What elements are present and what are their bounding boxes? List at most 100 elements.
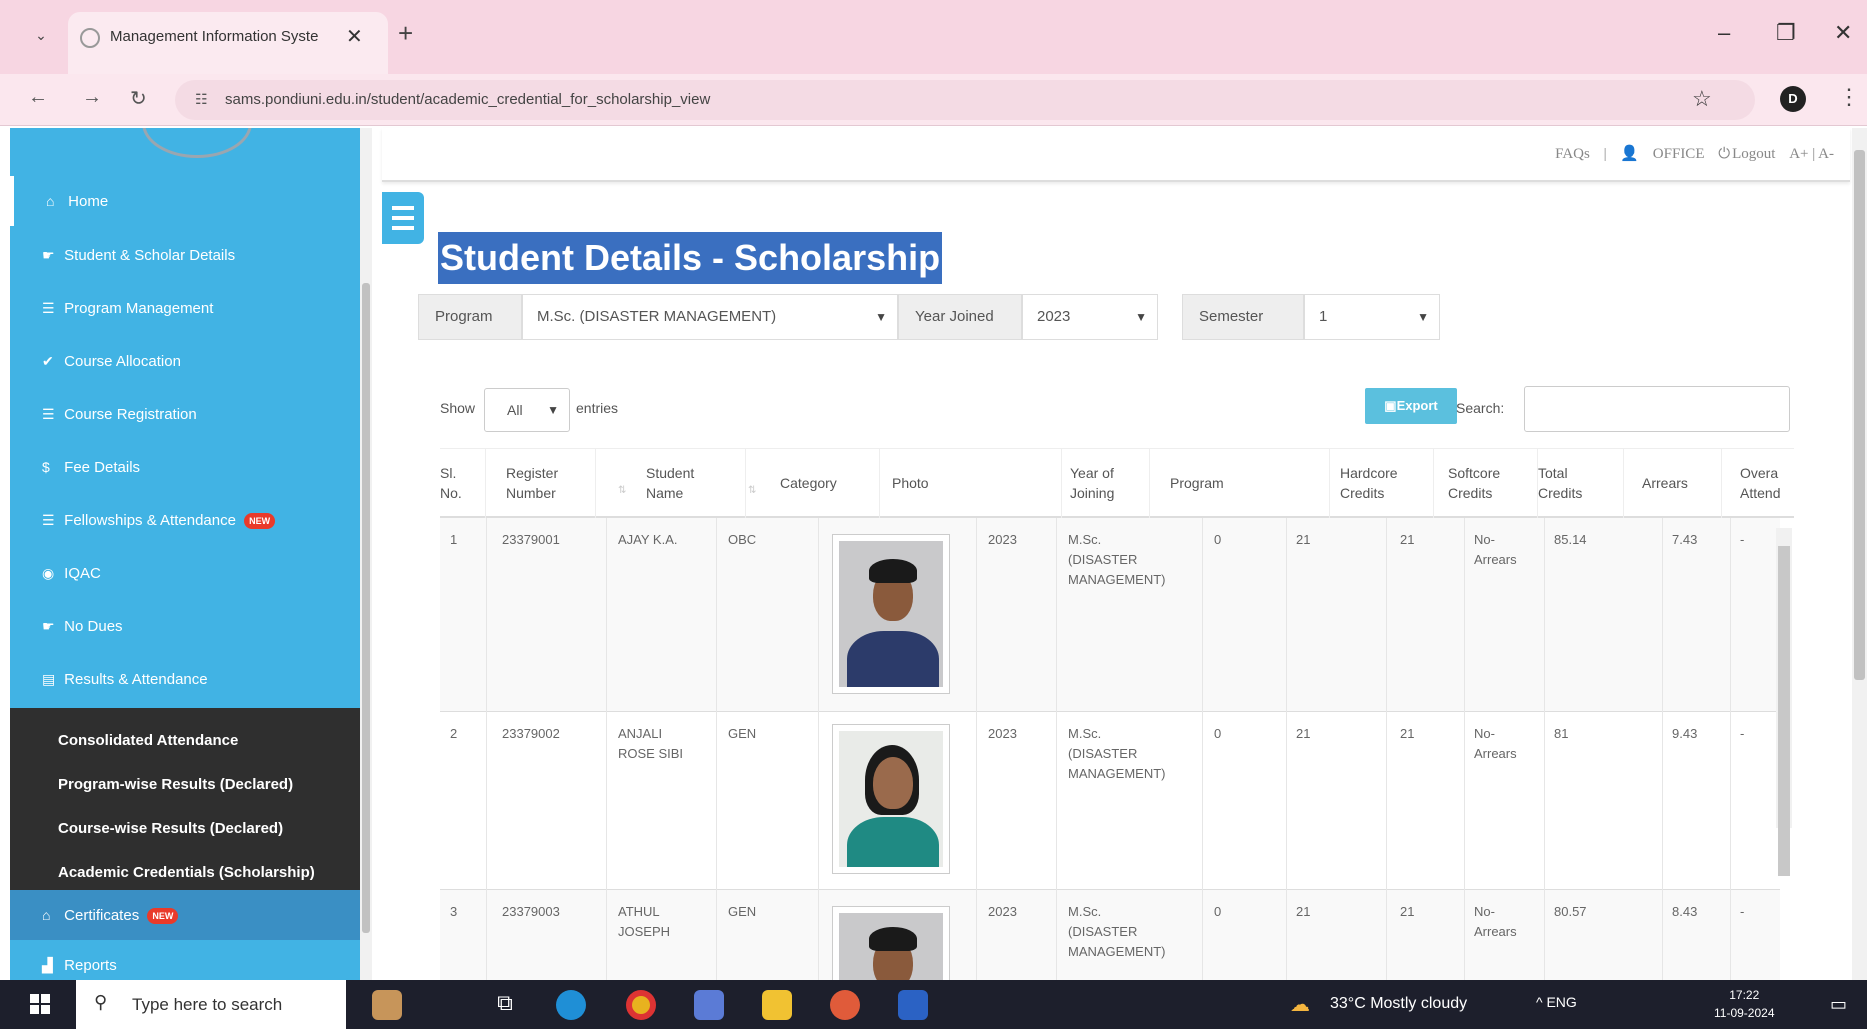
show-label: Show [440,400,476,416]
cell-student-name: AJAY K.A. [618,532,678,547]
export-button[interactable]: ▣Export [1365,388,1457,424]
dollar-icon: $ [42,459,50,475]
system-tray[interactable]: ^ ENG [1536,994,1577,1010]
th-sl-no[interactable]: Sl. No. [440,449,486,519]
sidebar-item-label: Fee Details [64,459,141,476]
sidebar-item-student-scholar[interactable]: ☛ Student & Scholar Details [10,230,360,280]
tab-close-icon[interactable]: ✕ [346,24,363,49]
sidebar-scroll-thumb[interactable] [362,283,370,933]
minimize-icon[interactable]: – [1718,20,1730,46]
tab-search-chevron-icon[interactable]: ⌄ [28,22,54,48]
submenu-course-wise-results[interactable]: Course-wise Results (Declared) [58,820,283,837]
reload-icon[interactable]: ↻ [130,86,147,111]
chrome-profile-icon[interactable] [830,990,860,1020]
list-icon: ☰ [42,300,55,316]
sidebar-item-reports[interactable]: ▟ Reports [10,940,360,980]
logout-link[interactable]: Logout [1732,146,1775,162]
bookmark-star-icon[interactable]: ☆ [1692,86,1712,112]
back-arrow-icon[interactable]: ← [28,86,48,109]
th-arrears[interactable]: Arrears [1642,449,1722,519]
font-size-controls[interactable]: A+ | A- [1789,146,1834,162]
table-scroll-thumb[interactable] [1778,546,1790,876]
sidebar-item-label: Certificates [64,907,140,924]
entries-select[interactable]: All ▼ [484,388,570,432]
cell-category: GEN [728,726,757,741]
th-photo[interactable]: Photo [892,449,1062,519]
cell-credit: 21 [1400,532,1415,547]
kebab-menu-icon[interactable]: ⋮ [1838,84,1860,110]
sidebar-item-no-dues[interactable]: ☛ No Dues [10,601,360,651]
th-total-credits[interactable]: Total Credits [1538,449,1624,519]
program-select[interactable]: M.Sc. (DISASTER MANAGEMENT) ▼ [522,294,898,340]
cell-attendance: - [1740,532,1745,547]
th-register-number[interactable]: Register Number [506,449,596,519]
cell-credit: 21 [1296,532,1311,547]
sidebar-item-home[interactable]: ⌂ Home [10,176,360,226]
address-bar[interactable]: ☷ sams.pondiuni.edu.in/student/academic_… [175,80,1755,120]
restore-icon[interactable]: ❐ [1776,20,1796,46]
entries-label: entries [576,400,619,416]
profile-avatar[interactable]: D [1780,86,1806,112]
new-tab-plus-icon[interactable]: + [398,18,413,49]
sidebar-item-iqac[interactable]: ◉ IQAC [10,548,360,598]
weather-text[interactable]: 33°C Mostly cloudy [1330,995,1467,1013]
app-icon[interactable] [694,990,724,1020]
browser-tab[interactable]: Management Information Syste ✕ [68,12,388,74]
window-close-icon[interactable]: ✕ [1834,20,1852,46]
cell-value: 7.43 [1672,532,1698,547]
notification-icon[interactable]: ▭ [1830,994,1847,1015]
cell-year: 2023 [988,904,1017,919]
sidebar-item-certificates[interactable]: ⌂ Certificates NEW [10,890,360,940]
th-student-name[interactable]: Student Name [646,449,746,519]
search-input[interactable] [1524,386,1790,432]
submenu-academic-credentials[interactable]: Academic Credentials (Scholarship) [58,864,315,881]
th-year-of-joining[interactable]: Year of Joining [1070,449,1150,519]
sidebar-item-course-allocation[interactable]: ✔ Course Allocation [10,336,360,386]
sidebar-item-program-management[interactable]: ☰ Program Management [10,283,360,333]
sidebar-item-fellowships[interactable]: ☰ Fellowships & Attendance NEW [10,495,360,545]
cell-student-name: ANJALI ROSE SIBI [618,726,684,761]
user-name[interactable]: OFFICE [1653,146,1705,162]
bank-icon: ⌂ [42,907,51,923]
weather-cloud-icon[interactable]: ☁ [1290,992,1310,1017]
sidebar-item-results-attendance[interactable]: ▤ Results & Attendance [10,654,360,704]
submenu-program-wise-results[interactable]: Program-wise Results (Declared) [58,776,293,793]
year-joined-select[interactable]: 2023 ▼ [1022,294,1158,340]
cell-credit: 0 [1214,904,1222,919]
taskbar-search-box[interactable]: ⚲ Type here to search [76,980,346,1029]
results-submenu: Consolidated Attendance Program-wise Res… [10,708,360,890]
windows-start-icon[interactable] [30,994,50,1014]
pointer-icon: ☛ [42,247,55,263]
th-overall-attendance[interactable]: Overa Attend [1740,449,1794,519]
site-info-icon[interactable]: ☷ [195,91,208,108]
top-links: FAQs | 👤 OFFICE ⏻ Logout A+ | A- [1545,144,1834,163]
cell-credit: 21 [1296,904,1311,919]
sort-icon[interactable]: ⇅ [618,485,626,496]
task-view-icon[interactable]: ⧉ [490,990,520,1020]
faqs-link[interactable]: FAQs [1555,146,1590,162]
cell-category: GEN [728,904,757,919]
forward-arrow-icon[interactable]: → [82,86,102,109]
taskbar-clock[interactable]: 17:22 11-09-2024 [1714,986,1775,1022]
edge-icon[interactable] [556,990,586,1020]
th-category[interactable]: Category [780,449,880,519]
word-icon[interactable] [898,990,928,1020]
th-softcore-credits[interactable]: Softcore Credits [1448,449,1538,519]
sidebar-item-fee-details[interactable]: $ Fee Details [10,442,360,492]
menu-toggle-button[interactable] [382,192,424,244]
th-program[interactable]: Program [1170,449,1330,519]
cell-arrears: No- Arrears [1474,532,1517,567]
sidebar-item-course-registration[interactable]: ☰ Course Registration [10,389,360,439]
submenu-consolidated-attendance[interactable]: Consolidated Attendance [58,732,238,749]
cell-credit: 21 [1400,904,1415,919]
sort-icon[interactable]: ⇅ [748,485,756,496]
th-hardcore-credits[interactable]: Hardcore Credits [1340,449,1434,519]
student-photo [832,724,950,874]
chrome-icon[interactable] [626,990,656,1020]
search-icon: ⚲ [94,992,108,1012]
cell-credit: 0 [1214,532,1222,547]
semester-select[interactable]: 1 ▼ [1304,294,1440,340]
file-explorer-icon[interactable] [762,990,792,1020]
page-scroll-thumb[interactable] [1854,150,1865,680]
search-highlight-icon[interactable] [372,990,402,1020]
